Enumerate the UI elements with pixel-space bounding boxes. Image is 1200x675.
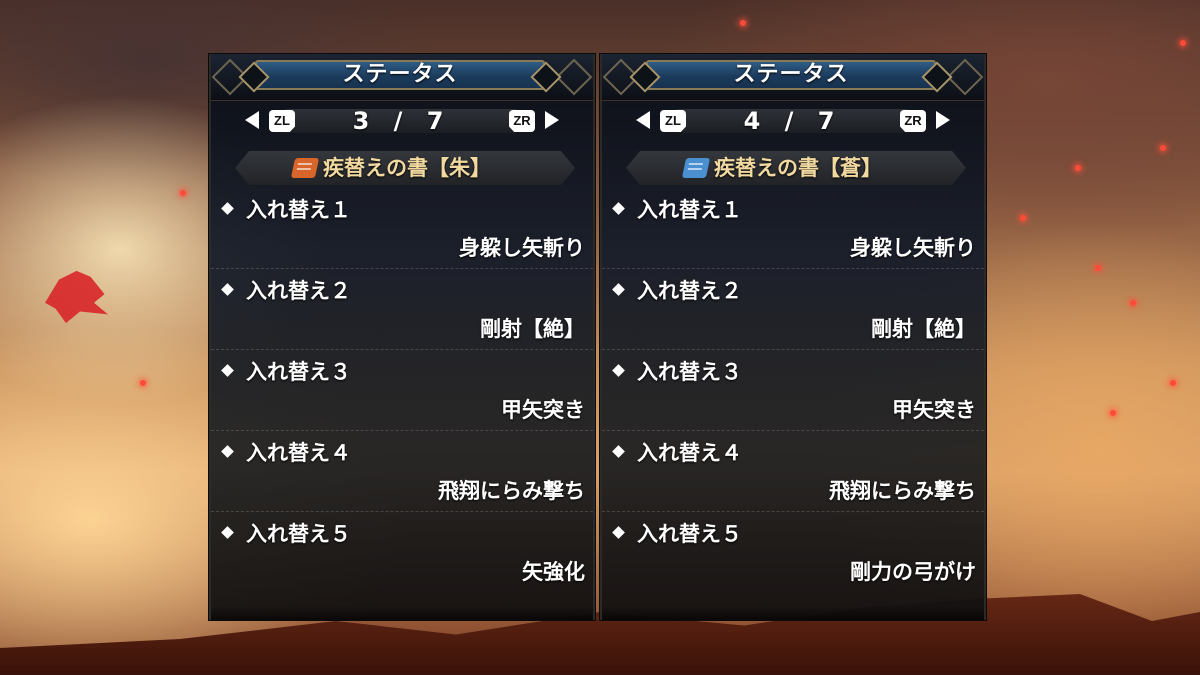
diamond-bullet-icon [612, 283, 625, 296]
ember-particle [140, 380, 146, 386]
skill-name: 身躱し矢斬り [459, 236, 585, 260]
scroll-name: 疾替えの書【朱】 [323, 156, 491, 180]
zr-button-icon[interactable]: ZR [509, 110, 535, 132]
ember-particle [740, 20, 746, 26]
status-panel-right: ステータス ZL 4 / 7 ZR 疾替えの書【蒼】 入れ替え１ 身躱し矢斬り … [600, 54, 986, 620]
slot-label: 入れ替え２ [612, 277, 742, 305]
slot-label: 入れ替え２ [221, 277, 351, 305]
skill-name: 甲矢突き [501, 398, 585, 422]
skill-name: 剛射【絶】 [871, 317, 976, 341]
switch-skill-list: 入れ替え１ 身躱し矢斬り 入れ替え２ 剛射【絶】 入れ替え３ 甲矢突き 入れ替え… [211, 188, 593, 592]
diamond-bullet-icon [221, 202, 234, 215]
slot-label-text: 入れ替え２ [637, 279, 742, 303]
diamond-bullet-icon [221, 283, 234, 296]
scroll-name-plate: 疾替えの書【朱】 [235, 151, 575, 185]
slot-label-text: 入れ替え２ [246, 279, 351, 303]
page-indicator: 4 / 7 [743, 107, 843, 135]
slot-label: 入れ替え４ [612, 439, 742, 467]
panel-header-frame: ステータス [211, 54, 593, 101]
slot-label-text: 入れ替え４ [637, 441, 742, 465]
diamond-bullet-icon [221, 364, 234, 377]
skill-name: 甲矢突き [892, 398, 976, 422]
panel-bottom-fade [211, 606, 593, 620]
ember-particle [1170, 380, 1176, 386]
panel-header-frame: ステータス [602, 54, 984, 101]
crimson-scroll-icon [291, 158, 319, 178]
title-plate: ステータス [646, 60, 936, 90]
skill-name: 剛力の弓がけ [850, 560, 976, 584]
slot-label-text: 入れ替え５ [637, 522, 742, 546]
ember-particle [1020, 215, 1026, 221]
skill-name: 飛翔にらみ撃ち [438, 479, 585, 503]
ember-particle [1180, 40, 1186, 46]
ember-particle [1110, 410, 1116, 416]
list-item: 入れ替え１ 身躱し矢斬り [211, 188, 593, 269]
slot-label-text: 入れ替え３ [246, 360, 351, 384]
status-panel-left: ステータス ZL 3 / 7 ZR 疾替えの書【朱】 入れ替え１ 身躱し矢斬り … [209, 54, 595, 620]
switch-skill-list: 入れ替え１ 身躱し矢斬り 入れ替え２ 剛射【絶】 入れ替え３ 甲矢突き 入れ替え… [602, 188, 984, 592]
slot-label: 入れ替え３ [221, 358, 351, 386]
slot-label: 入れ替え１ [612, 196, 742, 224]
slot-label-text: 入れ替え１ [637, 198, 742, 222]
skill-name: 矢強化 [522, 560, 585, 584]
slot-label-text: 入れ替え５ [246, 522, 351, 546]
panel-bottom-fade [602, 606, 984, 620]
ember-particle [1130, 300, 1136, 306]
page-next-arrow-icon[interactable] [936, 111, 950, 129]
page-indicator: 3 / 7 [352, 107, 452, 135]
ember-particle [1095, 265, 1101, 271]
diamond-bullet-icon [612, 526, 625, 539]
ember-particle [1160, 145, 1166, 151]
list-item: 入れ替え３ 甲矢突き [602, 350, 984, 431]
list-item: 入れ替え５ 剛力の弓がけ [602, 512, 984, 592]
azure-scroll-icon [682, 158, 710, 178]
zr-button-icon[interactable]: ZR [900, 110, 926, 132]
diamond-bullet-icon [612, 202, 625, 215]
diamond-bullet-icon [221, 526, 234, 539]
slot-label-text: 入れ替え４ [246, 441, 351, 465]
slot-label: 入れ替え５ [221, 520, 351, 548]
page-navigation: ZL 4 / 7 ZR [602, 100, 984, 140]
slot-label-text: 入れ替え１ [246, 198, 351, 222]
skill-name: 飛翔にらみ撃ち [829, 479, 976, 503]
diamond-bullet-icon [612, 364, 625, 377]
skill-name: 剛射【絶】 [480, 317, 585, 341]
ember-particle [180, 190, 186, 196]
diamond-bullet-icon [612, 445, 625, 458]
list-item: 入れ替え４ 飛翔にらみ撃ち [602, 431, 984, 512]
title-plate: ステータス [255, 60, 545, 90]
slot-label: 入れ替え５ [612, 520, 742, 548]
list-item: 入れ替え１ 身躱し矢斬り [602, 188, 984, 269]
list-item: 入れ替え５ 矢強化 [211, 512, 593, 592]
list-item: 入れ替え３ 甲矢突き [211, 350, 593, 431]
scroll-name-plate: 疾替えの書【蒼】 [626, 151, 966, 185]
list-item: 入れ替え４ 飛翔にらみ撃ち [211, 431, 593, 512]
slot-label-text: 入れ替え３ [637, 360, 742, 384]
scroll-name: 疾替えの書【蒼】 [714, 156, 882, 180]
panel-title: ステータス [733, 62, 849, 87]
list-item: 入れ替え２ 剛射【絶】 [602, 269, 984, 350]
skill-name: 身躱し矢斬り [850, 236, 976, 260]
page-navigation: ZL 3 / 7 ZR [211, 100, 593, 140]
panel-title: ステータス [342, 62, 458, 87]
ember-particle [1075, 165, 1081, 171]
slot-label: 入れ替え３ [612, 358, 742, 386]
slot-label: 入れ替え１ [221, 196, 351, 224]
slot-label: 入れ替え４ [221, 439, 351, 467]
diamond-bullet-icon [221, 445, 234, 458]
list-item: 入れ替え２ 剛射【絶】 [211, 269, 593, 350]
page-next-arrow-icon[interactable] [545, 111, 559, 129]
